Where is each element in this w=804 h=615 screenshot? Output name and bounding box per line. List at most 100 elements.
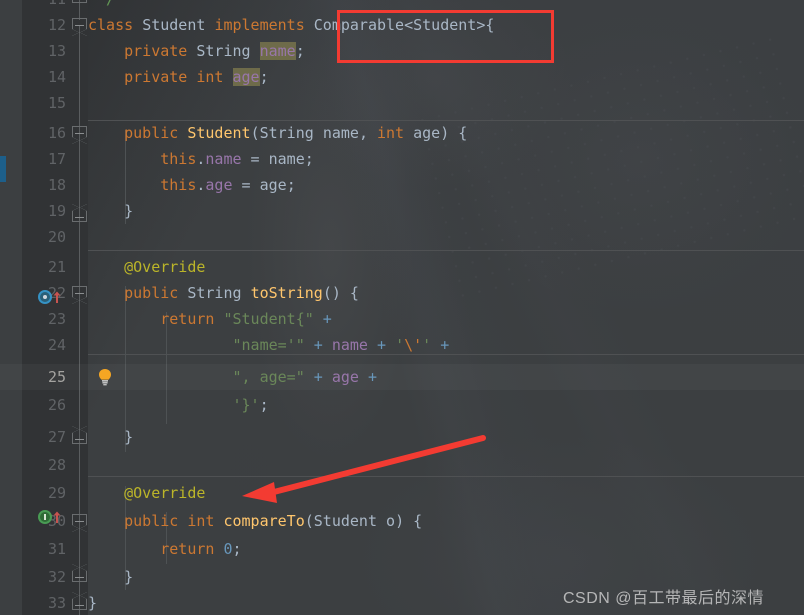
code-token-plus: + <box>304 336 332 354</box>
code-token-char: ' <box>422 336 432 354</box>
comparable-highlight-box <box>337 10 554 63</box>
fold-rail-javadoc <box>79 0 80 20</box>
code-line-31[interactable]: return 0; <box>88 536 242 562</box>
code-token-string: ", age=" <box>88 368 305 386</box>
line-number: 21 <box>47 258 66 276</box>
fold-marker-constructor-end[interactable] <box>72 204 87 222</box>
code-token-param: name <box>268 150 305 168</box>
code-line-24[interactable]: "name='" + name + '\'' + <box>88 332 449 358</box>
code-token-unused-field: age <box>232 68 260 86</box>
fold-marker-compareto[interactable] <box>72 514 87 532</box>
code-token-constructor: Student <box>187 124 251 142</box>
code-line-29[interactable]: @Override <box>88 480 205 506</box>
code-token-primitive: int <box>377 124 405 142</box>
code-token-comma: , <box>358 124 377 142</box>
code-line-33[interactable]: } <box>88 590 97 615</box>
code-token-semicolon: ; <box>259 68 269 86</box>
fold-marker-class-end[interactable] <box>72 592 87 610</box>
fold-marker-class[interactable] <box>72 18 87 36</box>
code-token-brace: } <box>88 594 98 612</box>
code-line-26[interactable]: '}'; <box>88 392 268 418</box>
code-token-escape: \' <box>404 336 423 354</box>
code-token-type: String <box>259 124 314 142</box>
code-token-keyword: public <box>88 512 179 530</box>
code-line-18[interactable]: this.age = age; <box>88 172 295 198</box>
code-token-semicolon: ; <box>295 42 305 60</box>
line-number: 29 <box>47 484 66 502</box>
code-token-plus: + <box>313 310 332 328</box>
code-token-semicolon: ; <box>232 540 242 558</box>
code-line-25[interactable]: ", age=" + age + <box>88 364 377 390</box>
fold-marker-tostring-end[interactable] <box>72 426 87 444</box>
code-token-field: name <box>331 336 368 354</box>
code-token-assign: = <box>241 150 269 168</box>
code-token-field: age <box>205 176 233 194</box>
method-separator <box>88 250 804 251</box>
code-token-brace: } <box>88 428 134 446</box>
line-number: 20 <box>47 228 66 246</box>
line-number: 32 <box>47 568 66 586</box>
code-line-14[interactable]: private int age; <box>88 64 269 90</box>
code-token-keyword: private <box>88 68 188 86</box>
overridden-method-icon[interactable] <box>38 289 64 304</box>
code-line-21[interactable]: @Override <box>88 254 205 280</box>
code-token-keyword: public <box>88 284 179 302</box>
code-token-method: toString <box>250 284 323 302</box>
code-line-17[interactable]: this.name = name; <box>88 146 314 172</box>
code-token-classname: Student <box>142 16 206 34</box>
code-token-assign: = <box>232 176 260 194</box>
code-line-13[interactable]: private String name; <box>88 38 305 64</box>
line-number: 11 <box>22 0 66 12</box>
code-token-field: age <box>331 368 359 386</box>
code-token-primitive: int <box>187 512 215 530</box>
code-token-keyword: return <box>88 540 215 558</box>
code-token-param: age <box>259 176 287 194</box>
code-token-type: Student <box>313 512 377 530</box>
code-token-type: String <box>196 42 251 60</box>
line-number: 23 <box>47 310 66 328</box>
caret-position-marker <box>0 156 6 182</box>
code-line-30[interactable]: public int compareTo(Student o) { <box>88 508 422 534</box>
code-line-27[interactable]: } <box>88 424 133 450</box>
code-line-16[interactable]: public Student(String name, int age) { <box>88 120 467 146</box>
code-token-keyword: return <box>88 310 215 328</box>
fold-marker-tostring[interactable] <box>72 286 87 304</box>
code-token-plus: + <box>358 368 377 386</box>
code-token-field: name <box>205 150 242 168</box>
code-token-param: name <box>322 124 359 142</box>
code-line-11[interactable]: */ <box>88 0 115 12</box>
code-token-keyword: implements <box>214 16 305 34</box>
code-token-keyword: private <box>88 42 188 60</box>
csdn-watermark: CSDN @百工带最后的深情 <box>563 590 765 607</box>
code-token-brace: } <box>88 202 134 220</box>
code-line-23[interactable]: return "Student{" + <box>88 306 332 332</box>
code-token-param: age <box>413 124 441 142</box>
code-token-string: "name='" <box>88 336 305 354</box>
line-number: 17 <box>47 150 66 168</box>
annotation-strip[interactable] <box>0 0 22 615</box>
fold-marker-compareto-end[interactable] <box>72 564 87 582</box>
fold-marker-javadoc-end[interactable] <box>72 0 87 3</box>
line-number: 31 <box>47 540 66 558</box>
line-number: 28 <box>47 456 66 474</box>
code-line-22[interactable]: public String toString() { <box>88 280 359 306</box>
code-token-paren: ( <box>250 124 260 142</box>
code-token-plus: + <box>431 336 450 354</box>
implements-method-icon[interactable] <box>38 509 64 524</box>
code-token-plus: + <box>304 368 332 386</box>
code-token-keyword: this <box>88 176 197 194</box>
code-token-annotation: @Override <box>88 484 206 502</box>
code-token-plus: + <box>367 336 396 354</box>
code-line-19[interactable]: } <box>88 198 133 224</box>
code-token-keyword: this <box>88 150 197 168</box>
code-line-32[interactable]: } <box>88 564 133 590</box>
fold-marker-constructor[interactable] <box>72 126 87 144</box>
override-pointer-arrow <box>242 435 486 503</box>
